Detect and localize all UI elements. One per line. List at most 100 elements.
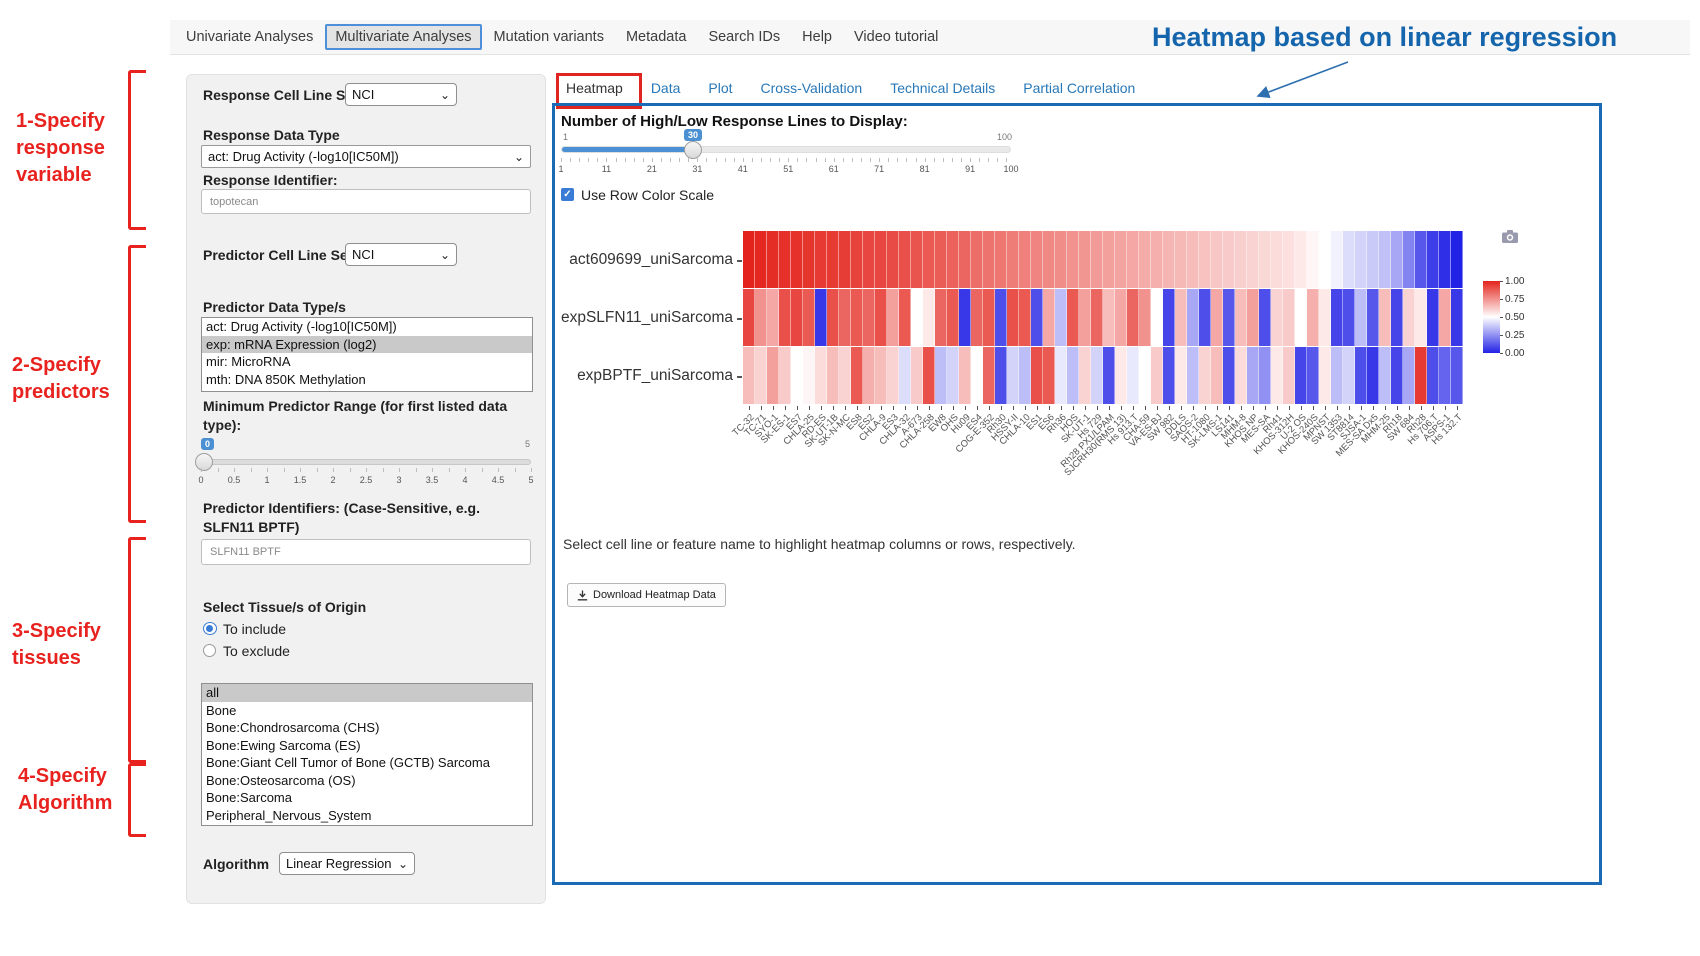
- results-tab-heatmap[interactable]: Heatmap: [566, 80, 623, 96]
- predictor-cell-line-set-select[interactable]: NCI ⌄: [345, 243, 457, 266]
- nav-tab-video-tutorial[interactable]: Video tutorial: [844, 24, 948, 50]
- tissue-option[interactable]: Bone:Giant Cell Tumor of Bone (GCTB) Sar…: [202, 754, 532, 772]
- nav-tab-mutation-variants[interactable]: Mutation variants: [484, 24, 614, 50]
- heatmap-cell: [947, 289, 959, 346]
- lines-slider-max-label: 100: [997, 132, 1012, 142]
- tissue-option[interactable]: Peripheral_Nervous_System: [202, 807, 532, 825]
- heatmap-cell: [791, 289, 803, 346]
- nav-tab-multivariate-analyses[interactable]: Multivariate Analyses: [325, 24, 481, 50]
- heatmap-cell: [791, 347, 803, 404]
- heatmap-x-tick: [1097, 406, 1098, 410]
- heatmap-x-tick: [1109, 406, 1110, 410]
- heatmap-cell: [1343, 347, 1355, 404]
- heatmap-cell: [1151, 347, 1163, 404]
- row-color-scale-checkbox[interactable]: ✓: [561, 188, 574, 201]
- heatmap-x-tick: [1157, 406, 1158, 410]
- predictor-data-types-listbox[interactable]: act: Drug Activity (-log10[IC50M])exp: m…: [201, 317, 533, 392]
- nav-tab-help[interactable]: Help: [792, 24, 842, 50]
- heatmap-cell: [1115, 231, 1127, 288]
- chevron-down-icon: ⌄: [440, 250, 450, 260]
- heatmap-cell: [1067, 231, 1079, 288]
- lines-slider-handle[interactable]: [684, 141, 702, 159]
- nav-tab-search-ids[interactable]: Search IDs: [698, 24, 790, 50]
- heatmap-cell: [1139, 231, 1151, 288]
- tissue-option[interactable]: Bone: [202, 702, 532, 720]
- heatmap-x-tick: [749, 406, 750, 410]
- heatmap-cell: [1115, 289, 1127, 346]
- heatmap-cell: [1043, 231, 1055, 288]
- lines-slider[interactable]: [561, 146, 1011, 153]
- heatmap-row-label[interactable]: expSLFN11_uniSarcoma: [555, 309, 733, 327]
- algorithm-label: Algorithm: [203, 856, 269, 872]
- tissue-option[interactable]: Bone:Sarcoma: [202, 789, 532, 807]
- heatmap-cell: [1031, 289, 1043, 346]
- tissue-option[interactable]: Bone:Ewing Sarcoma (ES): [202, 737, 532, 755]
- download-icon: [577, 590, 588, 601]
- heatmap-cell: [875, 347, 887, 404]
- heatmap-row: [743, 231, 1463, 289]
- analysis-form-panel: Response Cell Line Set NCI ⌄ Response Da…: [186, 74, 546, 904]
- tissue-option[interactable]: Bone:Osteosarcoma (OS): [202, 772, 532, 790]
- tissue-listbox[interactable]: allBoneBone:Chondrosarcoma (CHS)Bone:Ewi…: [201, 683, 533, 826]
- heatmap-x-tick: [1457, 406, 1458, 410]
- heatmap-x-tick: [1145, 406, 1146, 410]
- heatmap-x-tick: [1073, 406, 1074, 410]
- heatmap-cell: [1331, 231, 1343, 288]
- predictor-identifiers-input[interactable]: SLFN11 BPTF: [201, 539, 531, 565]
- results-tab-cross-validation[interactable]: Cross-Validation: [761, 80, 863, 96]
- heatmap-cell: [827, 231, 839, 288]
- tissue-include-radio[interactable]: [203, 622, 217, 635]
- heatmap-cell: [755, 289, 767, 346]
- response-identifier-value: topotecan: [210, 196, 258, 208]
- tissue-option[interactable]: Bone:Chondrosarcoma (CHS): [202, 719, 532, 737]
- predictor-identifiers-value: SLFN11 BPTF: [210, 546, 281, 558]
- tissue-option[interactable]: all: [202, 684, 532, 702]
- heatmap-cell: [1199, 231, 1211, 288]
- heatmap-cell: [1355, 231, 1367, 288]
- heatmap-cell: [743, 289, 755, 346]
- predictor-data-type-option[interactable]: mth: DNA 850K Methylation: [202, 371, 532, 389]
- heatmap-cell: [947, 231, 959, 288]
- heatmap-cell: [863, 347, 875, 404]
- heatmap-cell: [1235, 347, 1247, 404]
- camera-icon[interactable]: [1501, 229, 1519, 244]
- tissue-exclude-radio[interactable]: [203, 644, 216, 657]
- results-tab-data[interactable]: Data: [651, 80, 681, 96]
- heatmap-x-tick: [1373, 406, 1374, 410]
- predictor-data-type-option[interactable]: act: Drug Activity (-log10[IC50M]): [202, 318, 532, 336]
- results-tab-plot[interactable]: Plot: [708, 80, 732, 96]
- heatmap-x-tick: [965, 406, 966, 410]
- results-tab-technical-details[interactable]: Technical Details: [890, 80, 995, 96]
- results-tab-partial-correlation[interactable]: Partial Correlation: [1023, 80, 1135, 96]
- heatmap-cell: [827, 289, 839, 346]
- heatmap-cell: [1007, 289, 1019, 346]
- predictor-data-type-option[interactable]: mir: MicroRNA: [202, 353, 532, 371]
- heatmap-cell: [983, 289, 995, 346]
- predictor-data-type-option[interactable]: exp: mRNA Expression (log2): [202, 336, 532, 354]
- heatmap-cell: [815, 231, 827, 288]
- predictor-data-types-label: Predictor Data Type/s: [203, 299, 346, 315]
- min-predictor-range-slider[interactable]: [201, 459, 531, 465]
- response-data-type-select[interactable]: act: Drug Activity (-log10[IC50M]) ⌄: [201, 145, 531, 168]
- colorbar-tick-label: 0.25: [1505, 330, 1524, 341]
- min-predictor-range-slider-handle[interactable]: [195, 453, 213, 471]
- heatmap-row-label[interactable]: expBPTF_uniSarcoma: [555, 367, 733, 385]
- download-heatmap-data-button[interactable]: Download Heatmap Data: [567, 583, 726, 607]
- heatmap-cell: [887, 231, 899, 288]
- heatmap-cell: [875, 231, 887, 288]
- response-cell-line-set-select[interactable]: NCI ⌄: [345, 83, 457, 106]
- heatmap-cell: [815, 289, 827, 346]
- heatmap-cell: [1379, 231, 1391, 288]
- heatmap-x-tick: [1265, 406, 1266, 410]
- heatmap-cell: [767, 231, 779, 288]
- heatmap-cell: [959, 289, 971, 346]
- heatmap-cell: [1343, 289, 1355, 346]
- heatmap-row-label[interactable]: act609699_uniSarcoma: [555, 251, 733, 269]
- heatmap-cell: [863, 289, 875, 346]
- heatmap-cell: [1391, 289, 1403, 346]
- nav-tab-univariate-analyses[interactable]: Univariate Analyses: [176, 24, 323, 50]
- algorithm-select[interactable]: Linear Regression ⌄: [279, 852, 415, 875]
- response-identifier-input[interactable]: topotecan: [201, 189, 531, 214]
- nav-tab-metadata[interactable]: Metadata: [616, 24, 696, 50]
- heatmap-cell: [995, 347, 1007, 404]
